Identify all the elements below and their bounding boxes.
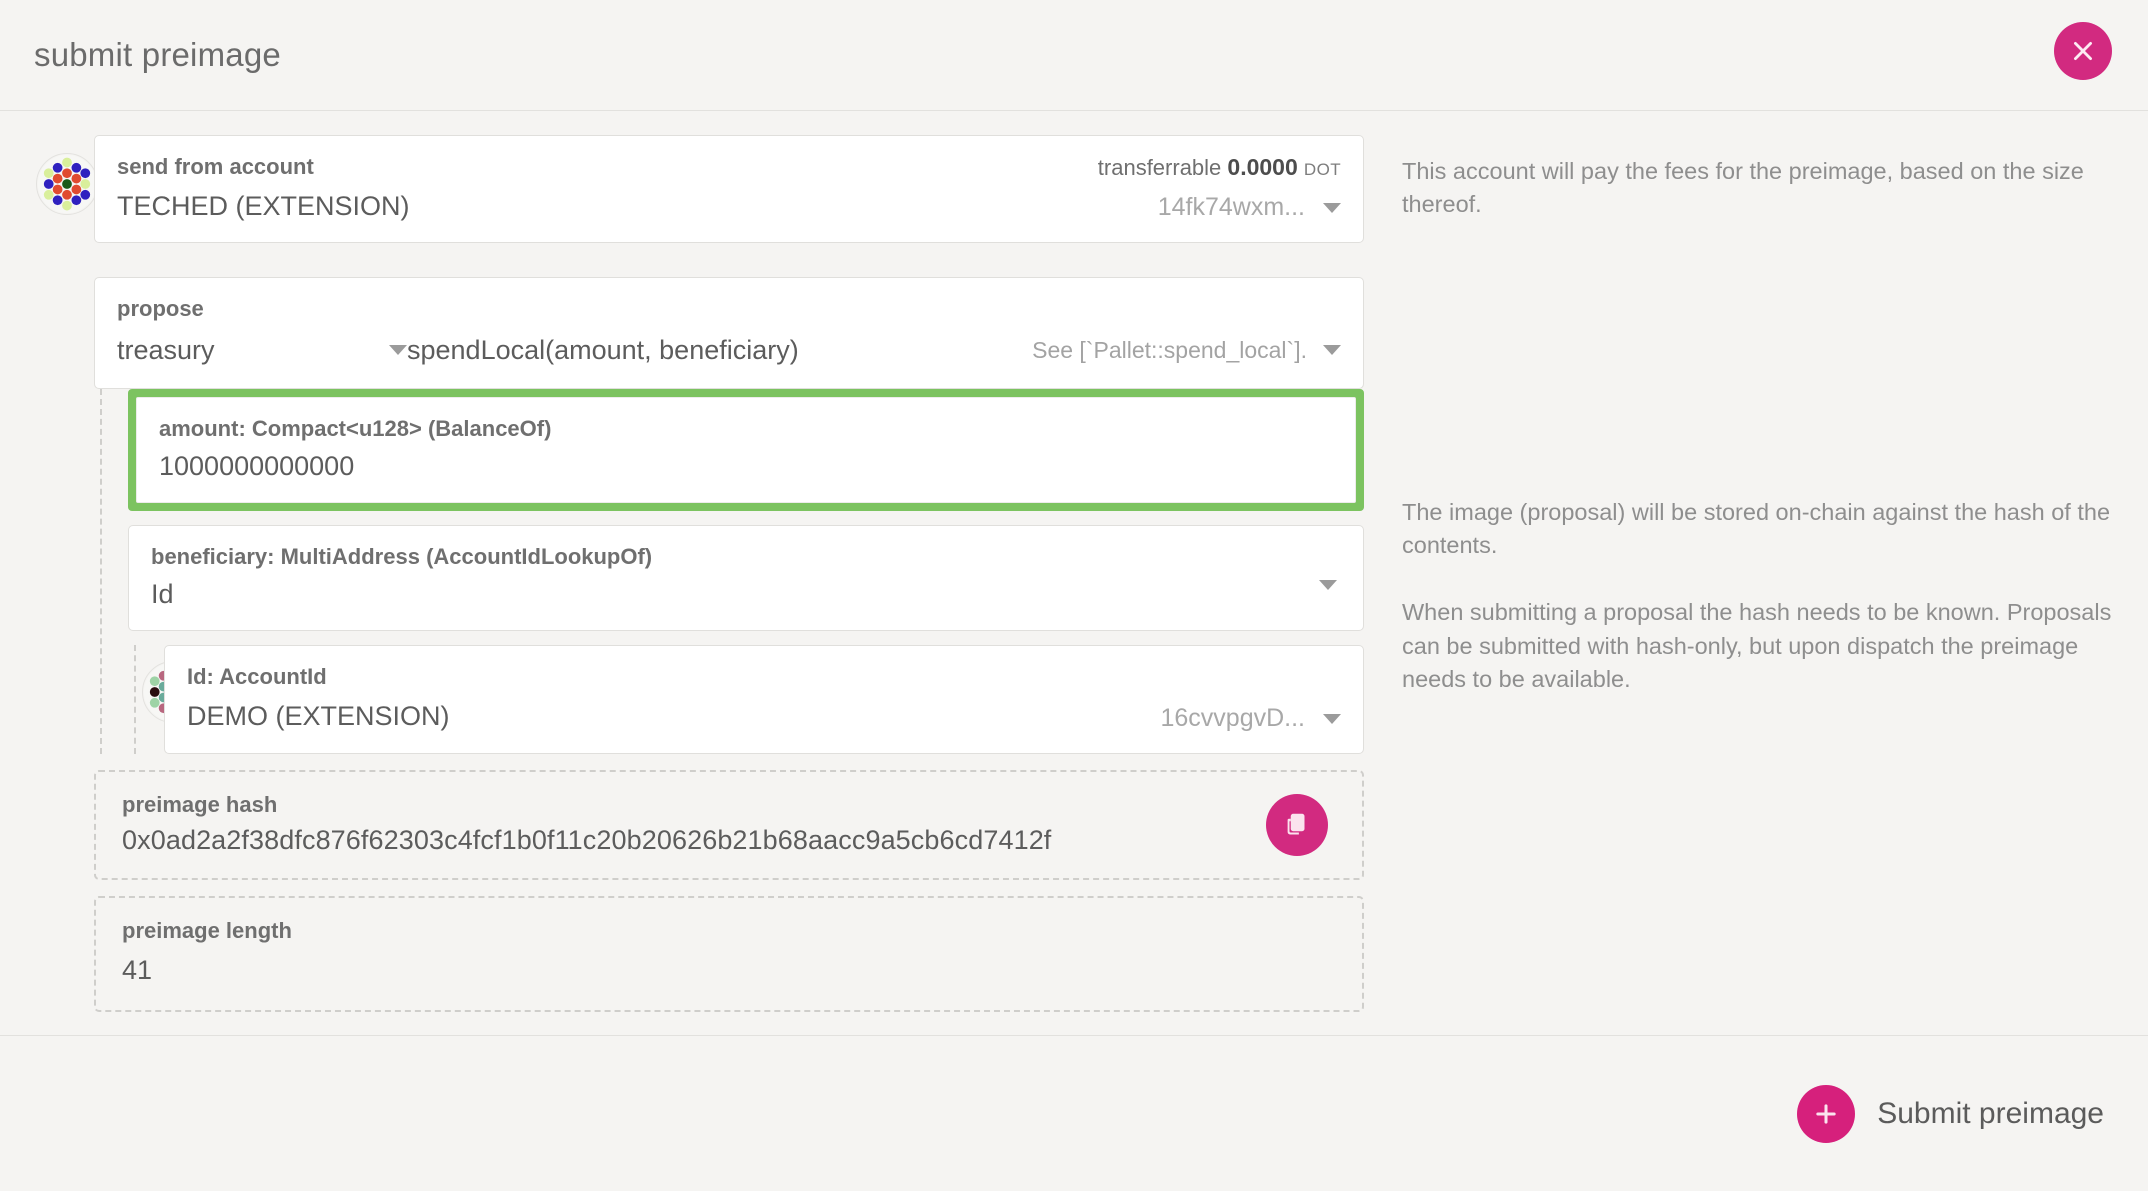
function-name[interactable]: spendLocal(amount, beneficiary) <box>407 335 967 366</box>
plus-icon <box>1797 1084 1856 1143</box>
amount-param-label: amount: Compact<u128> (BalanceOf) <box>159 416 552 442</box>
sender-address-selector[interactable]: 14fk74wxm... <box>1098 193 1341 222</box>
id-param-label: Id: AccountId <box>187 664 327 690</box>
chevron-down-icon <box>1323 202 1341 213</box>
transferrable-unit: DOT <box>1303 160 1341 179</box>
params-container: amount: Compact<u128> (BalanceOf) 100000… <box>94 389 1364 754</box>
sender-account-main: send from account TECHED (EXTENSION) <box>117 152 1098 224</box>
amount-param-card[interactable]: amount: Compact<u128> (BalanceOf) 100000… <box>136 397 1356 504</box>
beneficiary-type-value: Id <box>151 578 174 609</box>
copy-hash-button[interactable] <box>1266 793 1328 856</box>
preimage-hash-box: preimage hash 0x0ad2a2f38dfc876f62303c4f… <box>94 769 1364 881</box>
propose-card: propose treasury spendLocal(amount, bene… <box>94 277 1364 390</box>
amount-input[interactable]: 1000000000000 <box>159 448 1333 484</box>
nested-params-rail <box>134 645 136 754</box>
submit-preimage-modal: submit preimage send from account TECHED… <box>0 0 2148 1191</box>
transferrable-amount: 0.0000 <box>1227 154 1298 180</box>
propose-label: propose <box>117 296 204 322</box>
beneficiary-param-label: beneficiary: MultiAddress (AccountIdLook… <box>151 544 653 570</box>
modal-header: submit preimage <box>0 0 2148 110</box>
function-doc-text: See [`Pallet::spend_local`]. <box>1032 336 1307 363</box>
id-account-card[interactable]: Id: AccountId DEMO (EXTENSION) 16cvvpgvD… <box>164 645 1364 754</box>
preimage-hash-label: preimage hash <box>122 791 278 817</box>
polkadot-identicon <box>37 154 97 214</box>
chevron-down-icon <box>1323 345 1341 356</box>
preimage-length-box: preimage length 41 <box>94 896 1364 1013</box>
sender-account-card[interactable]: send from account TECHED (EXTENSION) tra… <box>94 135 1364 244</box>
chevron-down-icon <box>389 345 407 356</box>
module-select[interactable]: treasury <box>117 332 407 368</box>
preimage-length-value: 41 <box>122 954 153 985</box>
send-from-account-row: send from account TECHED (EXTENSION) tra… <box>36 135 1364 244</box>
sender-identicon <box>36 153 98 215</box>
preimage-length-label: preimage length <box>122 918 292 944</box>
id-param-container: Id: AccountId DEMO (EXTENSION) 16cvvpgvD… <box>128 645 1364 754</box>
help-image-stored-text: The image (proposal) will be stored on-c… <box>1402 498 2111 559</box>
sender-account-name: TECHED (EXTENSION) <box>117 190 410 221</box>
amount-param-highlight: amount: Compact<u128> (BalanceOf) 100000… <box>128 389 1364 512</box>
help-hash-known-text: When submitting a proposal the hash need… <box>1402 599 2112 693</box>
page-title: submit preimage <box>34 36 281 73</box>
beneficiary-param-card[interactable]: beneficiary: MultiAddress (AccountIdLook… <box>128 525 1364 632</box>
sender-account-meta: transferrable 0.0000 DOT 14fk74wxm... <box>1098 152 1341 222</box>
modal-body: send from account TECHED (EXTENSION) tra… <box>0 111 2148 1013</box>
preimage-hash-value: 0x0ad2a2f38dfc876f62303c4fcf1b0f11c20b20… <box>122 825 1052 856</box>
sender-address-short: 14fk74wxm... <box>1157 193 1305 221</box>
function-doc-select[interactable]: See [`Pallet::spend_local`]. <box>967 337 1341 364</box>
chevron-down-icon <box>1323 713 1341 724</box>
chevron-down-icon[interactable] <box>1319 580 1337 591</box>
propose-row: treasury spendLocal(amount, beneficiary)… <box>117 332 1341 368</box>
help-account-text: This account will pay the fees for the p… <box>1402 158 2084 218</box>
transferrable-label: transferrable <box>1097 155 1222 180</box>
help-column: This account will pay the fees for the p… <box>1364 135 2114 1012</box>
id-address-short: 16cvvpgvD... <box>1160 704 1305 733</box>
submit-preimage-label: Submit preimage <box>1877 1096 2104 1130</box>
beneficiary-param: beneficiary: MultiAddress (AccountIdLook… <box>128 525 1364 632</box>
id-account-meta: 16cvvpgvD... <box>1160 662 1341 733</box>
id-account-name: DEMO (EXTENSION) <box>187 701 450 732</box>
id-param: Id: AccountId DEMO (EXTENSION) 16cvvpgvD… <box>142 645 1364 754</box>
transferrable-line: transferrable 0.0000 DOT <box>1098 154 1341 181</box>
close-icon <box>2074 42 2092 60</box>
id-account-main: Id: AccountId DEMO (EXTENSION) <box>187 662 1160 734</box>
send-from-account-label: send from account <box>117 154 314 179</box>
copy-icon <box>1287 813 1305 835</box>
submit-preimage-button[interactable]: Submit preimage <box>1797 1084 2104 1143</box>
id-address-selector[interactable]: 16cvvpgvD... <box>1160 704 1341 733</box>
form-column: send from account TECHED (EXTENSION) tra… <box>34 135 1364 1013</box>
params-rail <box>100 389 102 754</box>
modal-footer: Submit preimage <box>0 1035 2148 1191</box>
module-select-value: treasury <box>117 334 215 365</box>
close-button[interactable] <box>2054 22 2112 80</box>
